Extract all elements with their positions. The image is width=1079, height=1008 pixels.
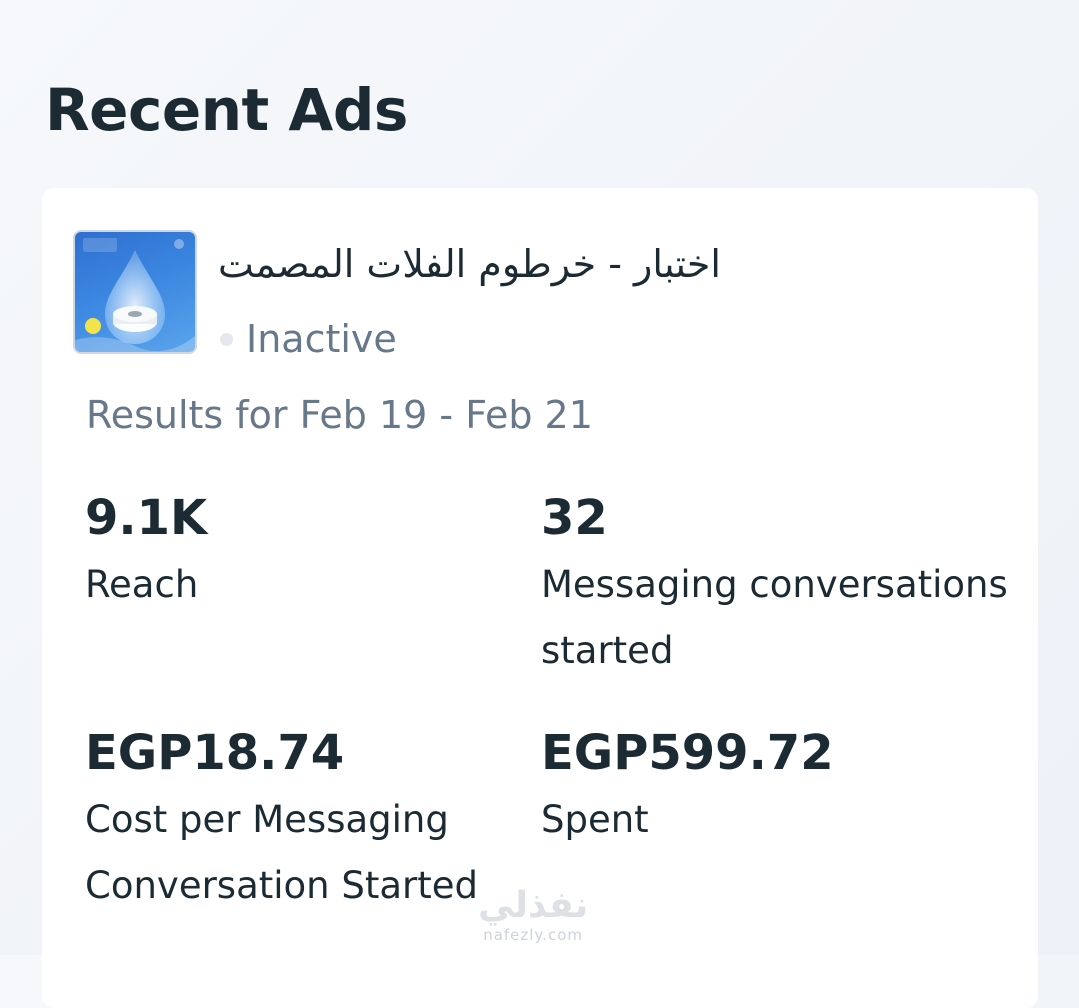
ad-card[interactable]: اختبار - خرطوم الفلات المصمت Inactive Re…: [42, 188, 1038, 1008]
ad-thumbnail[interactable]: [73, 230, 197, 354]
metric-value: EGP599.72: [541, 725, 834, 781]
metric-spent: EGP599.72 Spent: [541, 721, 991, 853]
metric-label: Messaging conversations started: [541, 563, 1008, 672]
metric-cost-per-messaging: EGP18.74 Cost per Messaging Conversation…: [85, 721, 545, 919]
metric-value: 32: [541, 490, 608, 546]
metric-label: Reach: [85, 563, 199, 606]
status-dot-icon: [220, 332, 233, 346]
metric-messaging-conversations: 32 Messaging conversations started: [541, 486, 1011, 684]
metric-reach: 9.1K Reach: [85, 486, 505, 618]
metric-value: 9.1K: [85, 490, 208, 546]
results-date-range: Results for Feb 19 - Feb 21: [86, 393, 593, 437]
status-text: Inactive: [246, 317, 397, 361]
metric-label: Spent: [541, 798, 649, 841]
metric-label: Cost per Messaging Conversation Started: [85, 798, 479, 907]
metric-value: EGP18.74: [85, 725, 345, 781]
status-row: Inactive: [220, 314, 397, 364]
page-title: Recent Ads: [45, 76, 408, 144]
water-drop-product-image: [75, 238, 195, 352]
ad-name[interactable]: اختبار - خرطوم الفلات المصمت: [218, 236, 798, 292]
